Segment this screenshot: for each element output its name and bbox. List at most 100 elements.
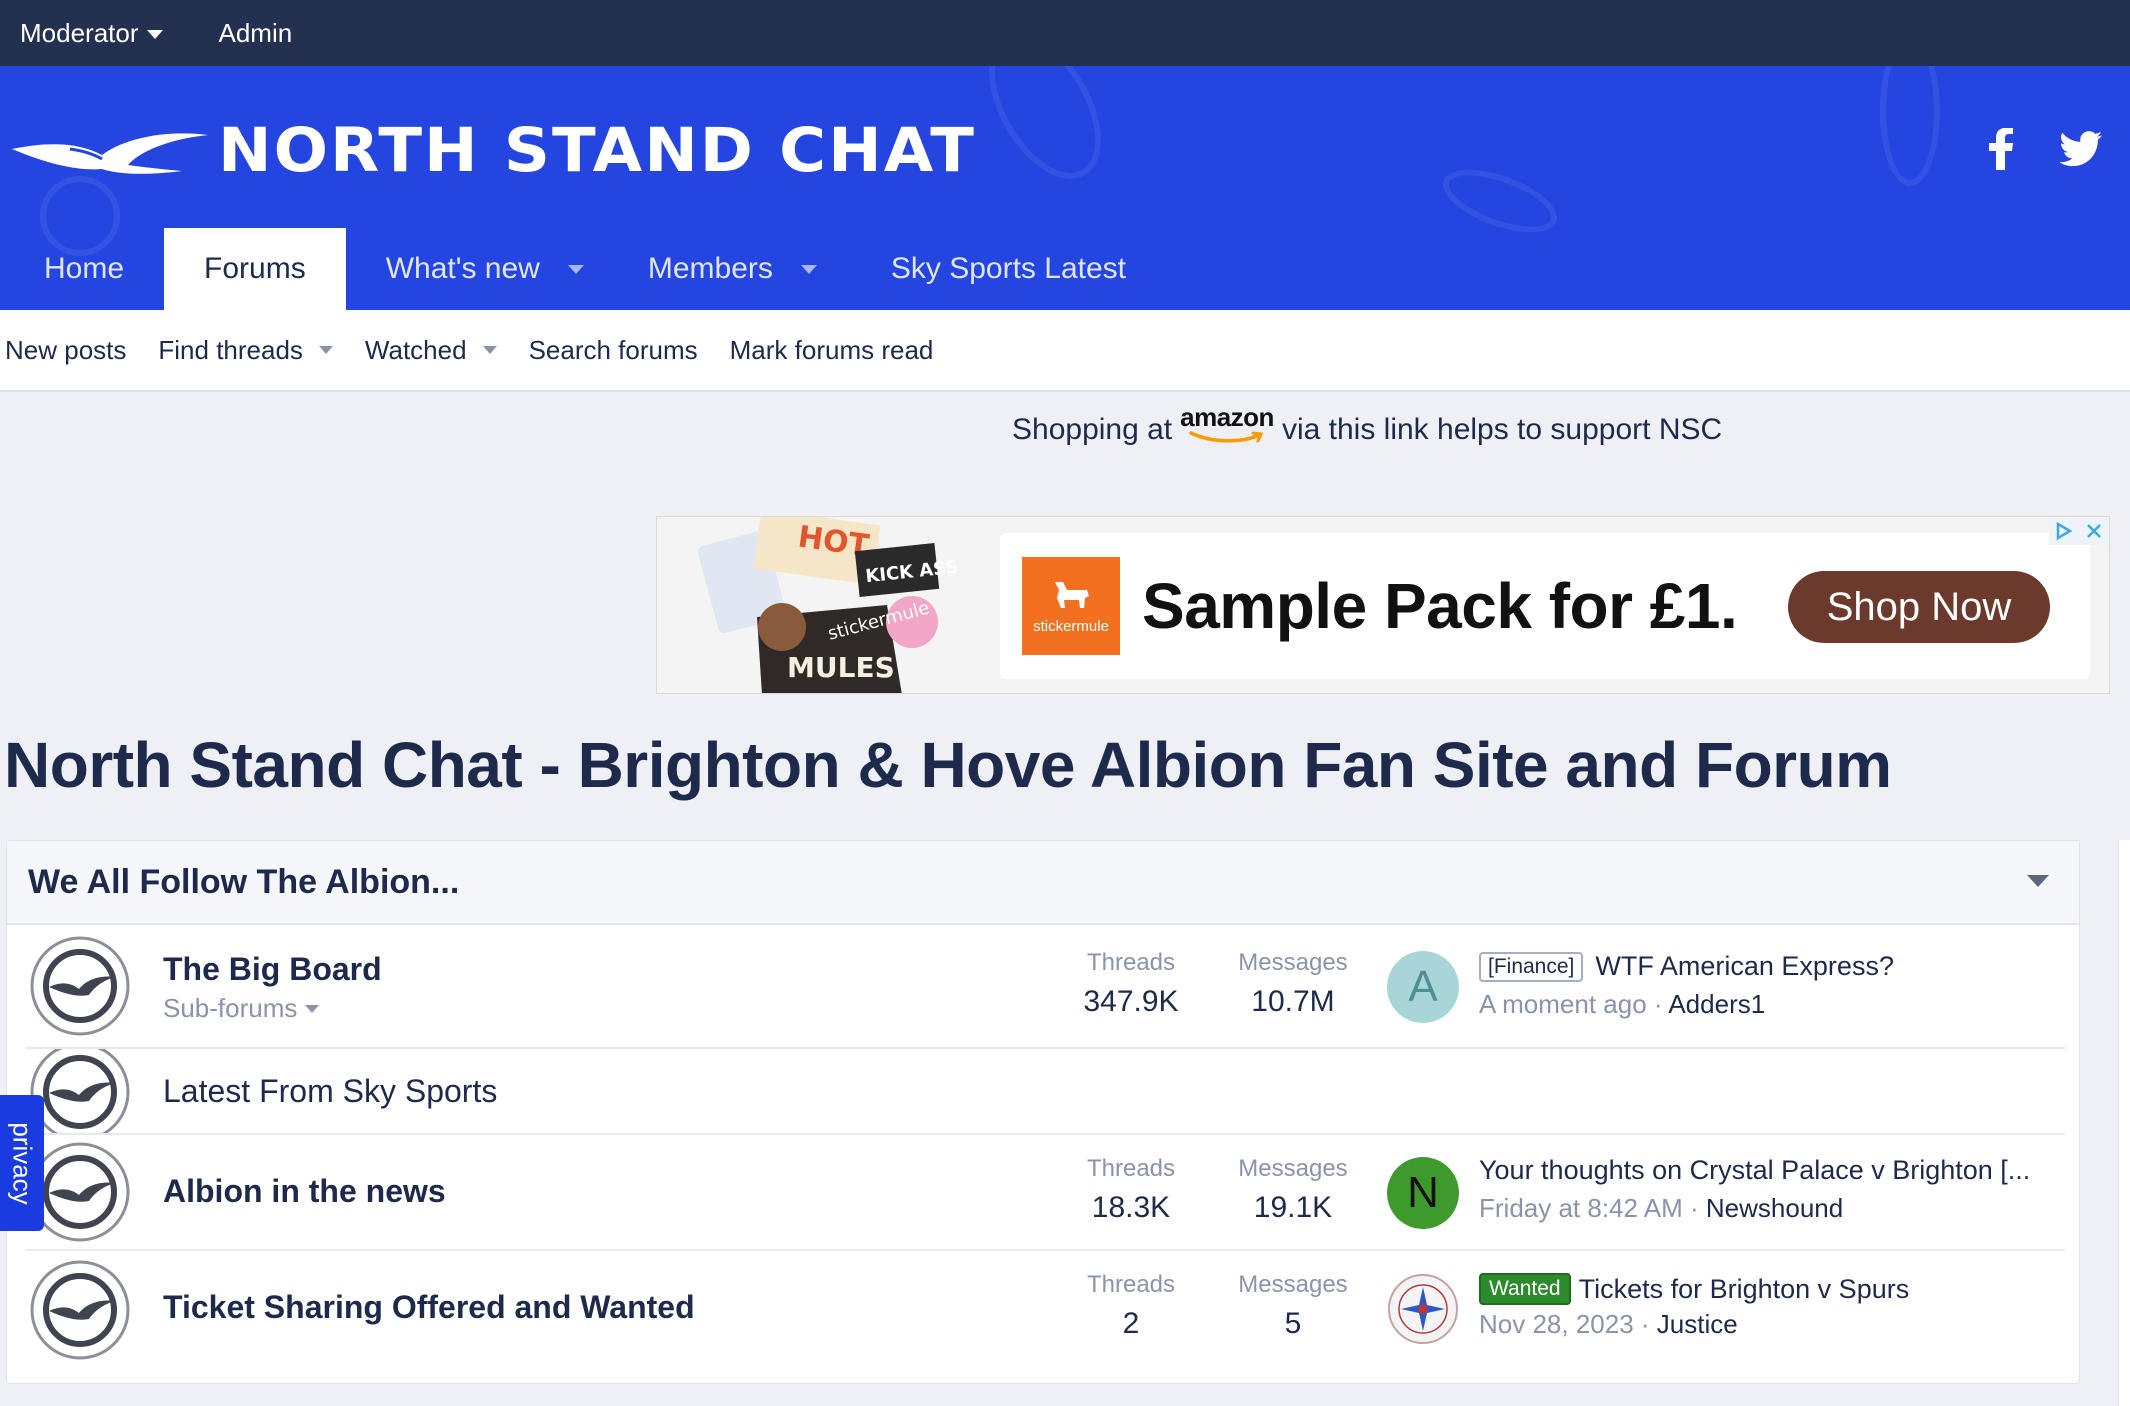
sticker-pack-image: HOT KICK ASS MULES stickermule [697, 517, 957, 693]
shop-now-button[interactable]: Shop Now [1788, 571, 2050, 643]
latest-user-link[interactable]: Justice [1657, 1309, 1738, 1339]
messages-label: Messages [1238, 1271, 1348, 1298]
chevron-down-icon[interactable] [482, 346, 497, 354]
collapse-toggle-icon[interactable] [2027, 875, 2049, 887]
latest-thread: Your thoughts on Crystal Palace v Bright… [1479, 1155, 2030, 1186]
subnav-new-posts[interactable]: New posts [5, 335, 126, 366]
tab-label: Home [44, 252, 125, 285]
meta-separator: · [1653, 989, 1669, 1019]
threads-stat: Threads 18.3K [1061, 1155, 1201, 1225]
subforums-menu[interactable]: Sub-forums [163, 993, 320, 1024]
facebook-link[interactable] [1976, 124, 2026, 174]
meta-separator: · [1640, 1309, 1657, 1339]
svg-text:MULES: MULES [787, 651, 895, 684]
forum-title-link[interactable]: The Big Board [163, 951, 382, 988]
latest-time[interactable]: Friday at 8:42 AM [1479, 1193, 1683, 1223]
subforums-label: Sub-forums [163, 993, 298, 1023]
twitter-link[interactable] [2056, 124, 2106, 174]
twitter-icon [2060, 131, 2102, 167]
subnav-watched[interactable]: Watched [365, 335, 497, 366]
sub-nav: New posts Find threads Watched Search fo… [0, 310, 2130, 392]
amazon-text-before: Shopping at [1012, 413, 1173, 446]
latest-meta: Nov 28, 2023 · Justice [1479, 1309, 1738, 1340]
subnav-label: Find threads [158, 334, 303, 365]
latest-thread-link[interactable]: WTF American Express? [1595, 951, 1894, 982]
ad-choices[interactable] [2049, 517, 2109, 545]
threads-stat: Threads 2 [1061, 1271, 1201, 1341]
forum-category-block: We All Follow The Albion... The Big Boar… [6, 840, 2080, 1384]
page-title: North Stand Chat - Brighton & Hove Albio… [4, 729, 1892, 801]
meta-separator: · [1690, 1193, 1706, 1223]
close-icon[interactable] [2079, 517, 2109, 545]
latest-time[interactable]: A moment ago [1479, 989, 1647, 1019]
messages-label: Messages [1238, 1155, 1348, 1182]
tab-whats-new[interactable]: What's new [346, 228, 614, 310]
avatar[interactable]: N [1387, 1157, 1459, 1229]
forum-row: The Big Board Sub-forums Threads 347.9K … [25, 925, 2065, 1049]
latest-meta: A moment ago · Adders1 [1479, 989, 1765, 1020]
latest-thread-link[interactable]: Your thoughts on Crystal Palace v Bright… [1479, 1155, 2030, 1186]
albion-crest-icon [30, 936, 130, 1036]
latest-user-link[interactable]: Newshound [1706, 1193, 1843, 1223]
albion-crest-icon [30, 1049, 130, 1133]
subnav-label: Search forums [528, 334, 698, 365]
privacy-tab[interactable]: privacy [0, 1095, 44, 1231]
threads-label: Threads [1086, 1155, 1176, 1182]
tab-sky-sports-latest[interactable]: Sky Sports Latest [847, 228, 1156, 310]
thread-prefix-finance[interactable]: [Finance] [1479, 951, 1584, 982]
threads-count: 347.9K [1083, 985, 1179, 1018]
sidebar-edge [2118, 840, 2130, 1406]
albion-crest-icon [30, 1260, 130, 1360]
messages-stat: Messages 5 [1223, 1271, 1363, 1341]
staff-bar: Moderator Admin [0, 0, 2130, 66]
forum-title-link[interactable]: Albion in the news [163, 1173, 446, 1210]
thread-prefix-wanted[interactable]: Wanted [1479, 1273, 1571, 1305]
stickermule-wordmark: stickermule [1033, 617, 1109, 635]
admin-link[interactable]: Admin [219, 18, 293, 49]
tab-label: What's new [385, 252, 540, 285]
forum-row: Albion in the news Threads 18.3K Message… [25, 1135, 2065, 1251]
subnav-label: New posts [5, 334, 127, 365]
category-header[interactable]: We All Follow The Albion... [7, 841, 2079, 925]
subnav-mark-forums-read[interactable]: Mark forums read [730, 335, 934, 366]
subnav-search-forums[interactable]: Search forums [529, 335, 698, 366]
chevron-down-icon[interactable] [800, 264, 817, 274]
moderator-menu[interactable]: Moderator [20, 18, 163, 49]
forum-row: Ticket Sharing Offered and Wanted Thread… [25, 1251, 2065, 1371]
messages-label: Messages [1238, 949, 1348, 976]
tab-home[interactable]: Home [0, 228, 164, 310]
latest-thread-link[interactable]: Tickets for Brighton v Spurs [1579, 1274, 1910, 1305]
ad-card[interactable]: stickermule Sample Pack for £1. Shop Now [1000, 533, 2090, 679]
messages-stat: Messages 19.1K [1223, 1155, 1363, 1225]
avatar[interactable] [1387, 1273, 1459, 1345]
forum-title-link[interactable]: Ticket Sharing Offered and Wanted [163, 1289, 695, 1326]
threads-label: Threads [1086, 949, 1176, 976]
chevron-down-icon[interactable] [318, 346, 333, 354]
albion-crest-icon [30, 1142, 130, 1242]
ad-headline: Sample Pack for £1. [1142, 570, 1738, 642]
messages-count: 10.7M [1251, 985, 1335, 1018]
forum-title-link[interactable]: Latest From Sky Sports [163, 1073, 497, 1110]
latest-user-link[interactable]: Adders1 [1668, 989, 1765, 1019]
tab-members[interactable]: Members [614, 228, 847, 310]
subnav-label: Mark forums read [729, 334, 934, 365]
chevron-down-icon[interactable] [567, 264, 584, 274]
latest-thread: Wanted Tickets for Brighton v Spurs [1479, 1273, 1909, 1305]
category-title[interactable]: We All Follow The Albion... [28, 863, 459, 902]
moderator-label: Moderator [20, 17, 139, 48]
stickermule-logo: stickermule [1022, 557, 1120, 655]
facebook-icon [1989, 128, 2013, 170]
chevron-down-icon [146, 29, 163, 39]
latest-thread: [Finance] WTF American Express? [1479, 951, 1894, 982]
subnav-find-threads[interactable]: Find threads [158, 335, 333, 366]
avatar[interactable]: A [1387, 951, 1459, 1023]
site-logo[interactable]: NORTH STAND CHAT [10, 114, 976, 188]
advertisement[interactable]: HOT KICK ASS MULES stickermule stickermu… [656, 516, 2110, 694]
tab-forums[interactable]: Forums [164, 228, 346, 310]
amazon-logo-link[interactable]: amazon [1180, 404, 1274, 444]
latest-time[interactable]: Nov 28, 2023 [1479, 1309, 1634, 1339]
seagull-icon [12, 133, 208, 174]
adchoices-icon[interactable] [2049, 517, 2079, 545]
header-decoration [1435, 156, 1565, 246]
header-decoration [966, 66, 1124, 198]
